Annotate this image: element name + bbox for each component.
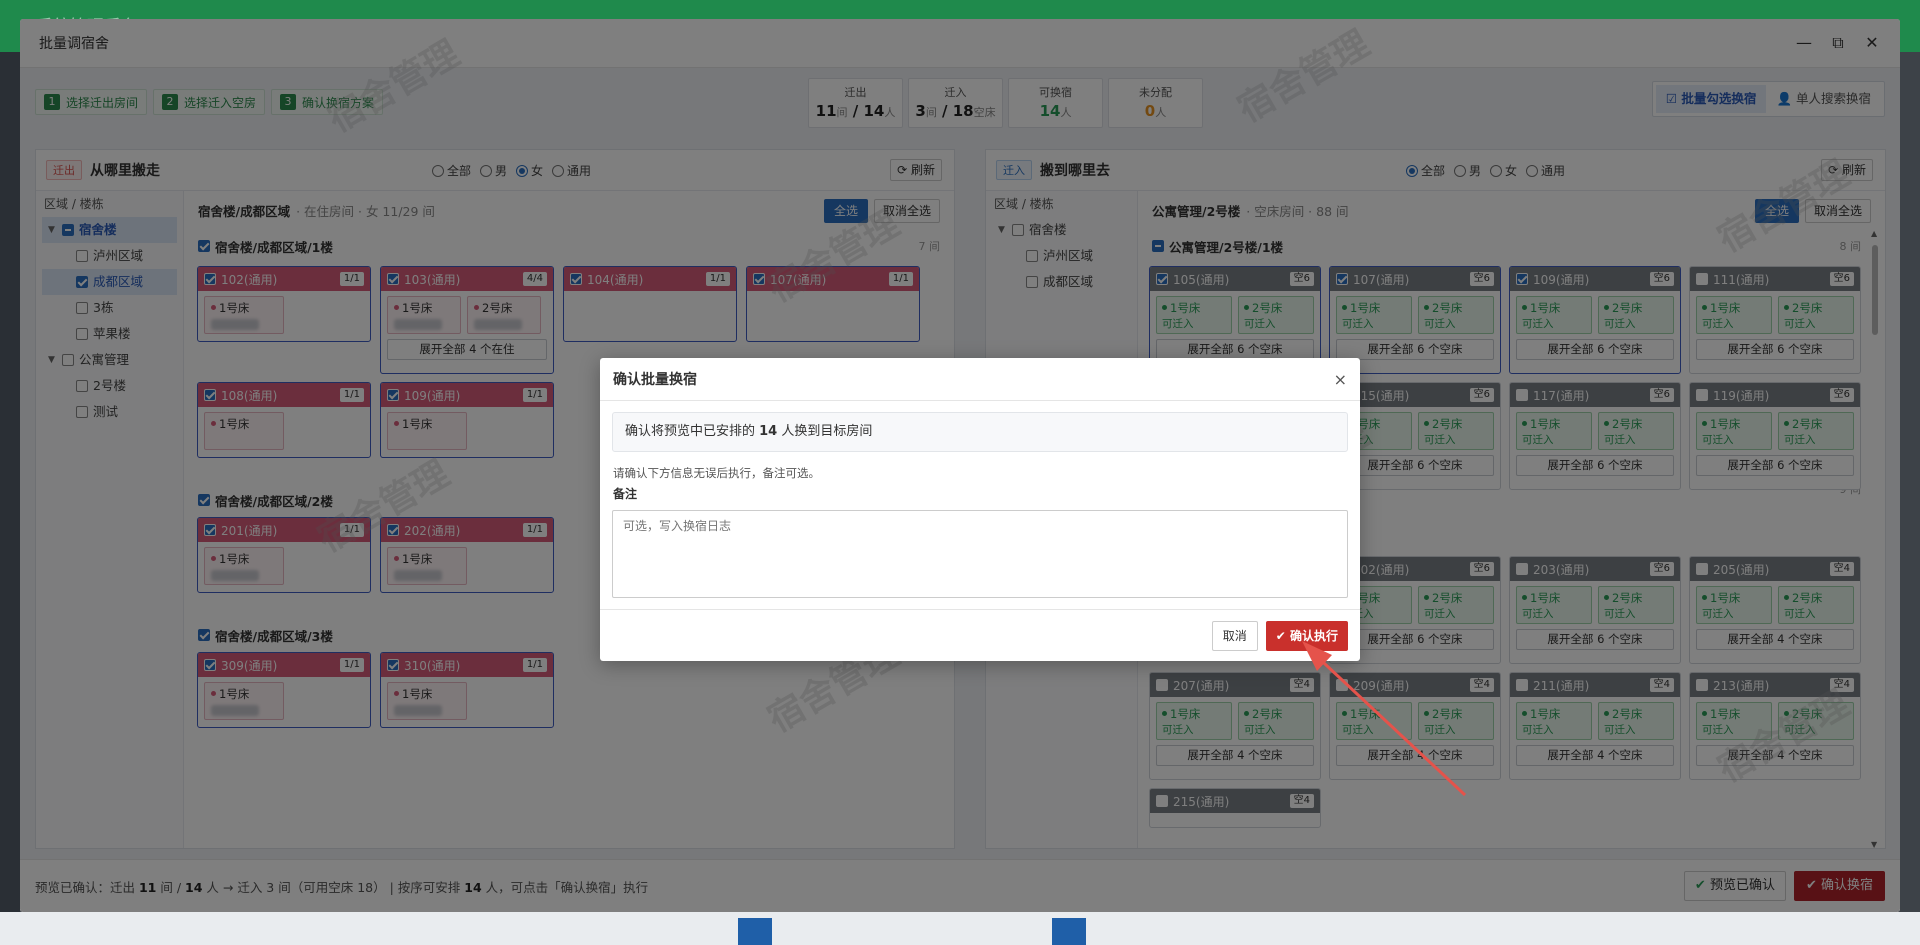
remark-textarea[interactable] xyxy=(612,510,1348,598)
remark-label: 备注 xyxy=(613,487,638,501)
confirm-dialog: 确认批量换宿 × 确认将预览中已安排的 14 人换到目标房间 请确认下方信息无误后… xyxy=(600,358,1360,661)
dialog-info: 确认将预览中已安排的 14 人换到目标房间 xyxy=(612,412,1348,452)
app-sidebar xyxy=(0,52,20,945)
cancel-button[interactable]: 取消 xyxy=(1211,620,1258,651)
batch-dorm-modal: 批量调宿舍 — ⧉ ✕ 1选择迁出房间 2选择迁入空房 3确认换宿方案 迁出11… xyxy=(20,19,1900,912)
background-block xyxy=(738,918,772,945)
confirm-execute-button[interactable]: ✔ 确认执行 xyxy=(1265,620,1348,651)
app-background-bottom xyxy=(0,912,1920,945)
dialog-title: 确认批量换宿 xyxy=(613,372,697,388)
dialog-header: 确认批量换宿 × xyxy=(600,358,1360,401)
background-block xyxy=(1052,918,1086,945)
close-icon[interactable]: × xyxy=(1334,370,1347,389)
confirm-execute-label: 确认执行 xyxy=(1289,628,1338,643)
dialog-hint: 请确认下方信息无误后执行，备注可选。 xyxy=(613,466,820,480)
dialog-footer: 取消 ✔ 确认执行 xyxy=(600,609,1360,661)
